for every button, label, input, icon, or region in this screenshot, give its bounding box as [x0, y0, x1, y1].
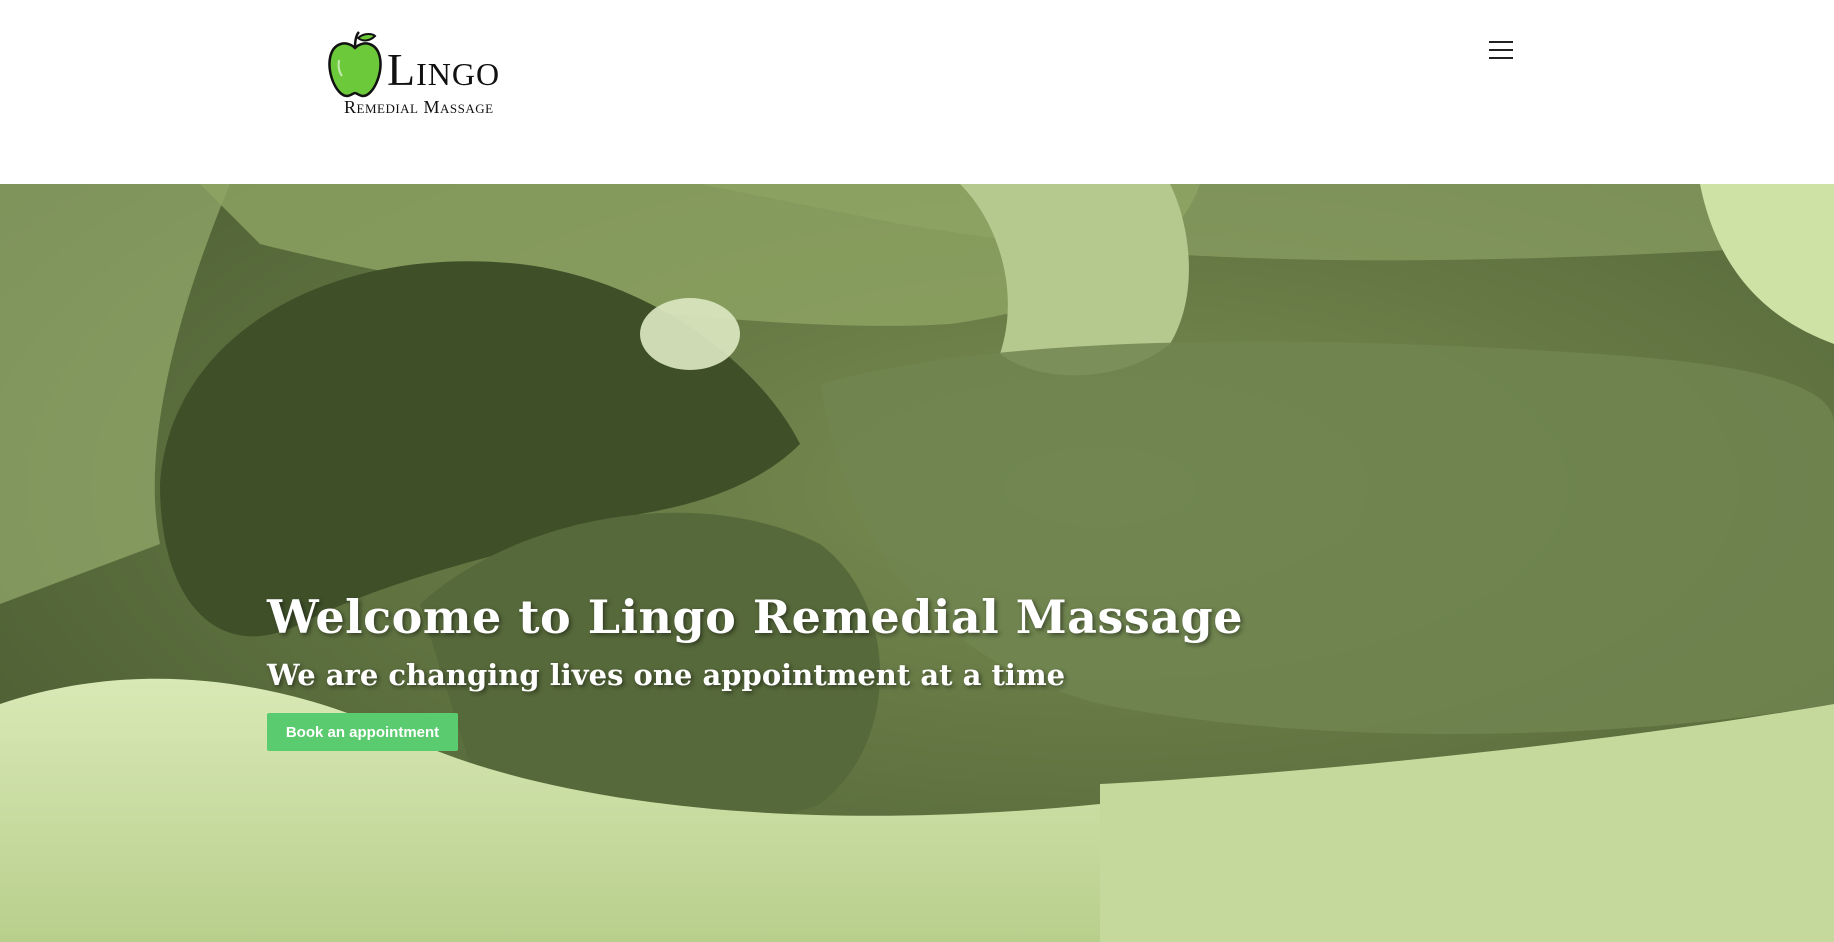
hero-background-image [0, 184, 1834, 942]
apple-icon [328, 31, 382, 98]
book-appointment-button[interactable]: Book an appointment [267, 713, 458, 751]
hero-subtitle: We are changing lives one appointment at… [267, 658, 1066, 692]
site-header: Lingo Remedial Massage [0, 0, 1834, 184]
site-logo[interactable]: Lingo Remedial Massage [325, 30, 515, 120]
hero-section: Welcome to Lingo Remedial Massage We are… [0, 184, 1834, 942]
menu-button[interactable] [1486, 36, 1516, 66]
hamburger-menu-icon [1489, 41, 1513, 43]
brand-name: Lingo [387, 44, 501, 95]
hero-title: Welcome to Lingo Remedial Massage [267, 590, 1243, 644]
brand-subtitle: Remedial Massage [344, 97, 494, 117]
